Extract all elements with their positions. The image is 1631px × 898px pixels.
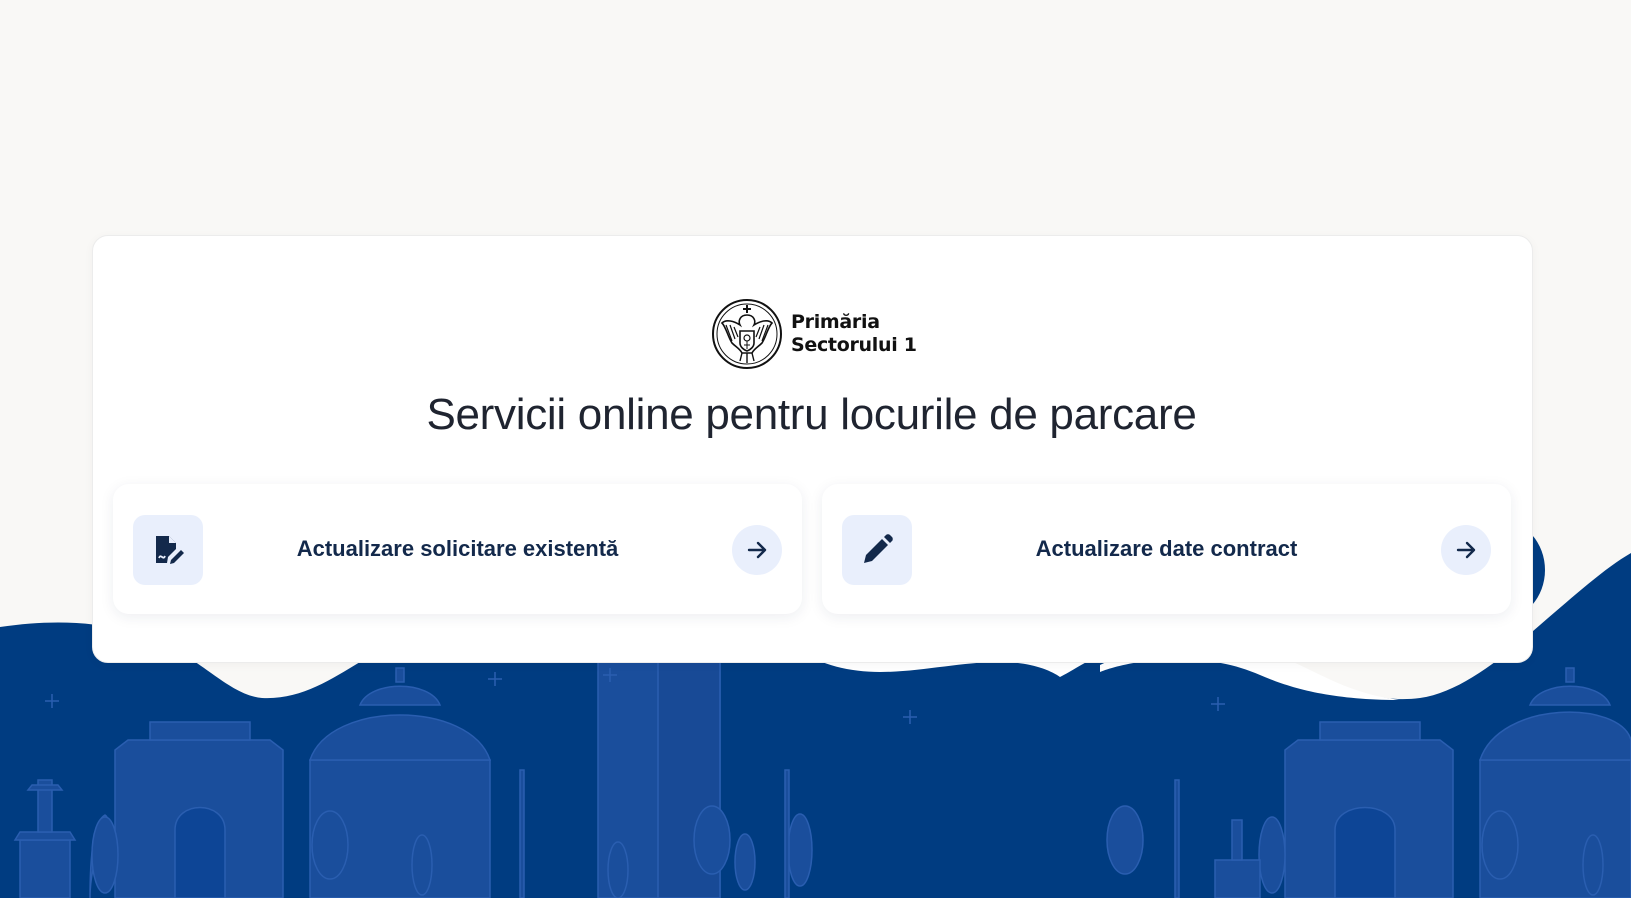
pencil-icon [864, 534, 893, 563]
arrow-right-icon [747, 541, 767, 559]
update-contract-data-button[interactable]: Actualizare date contract [822, 484, 1511, 614]
coat-of-arms-icon [712, 299, 782, 369]
logo-line-2: Sectorului 1 [791, 334, 917, 356]
arrow-button[interactable] [732, 525, 782, 575]
logo-line-1: Primăria [791, 311, 880, 333]
option-icon-tile [842, 515, 912, 585]
logo-text: Primăria Sectorului 1 [791, 311, 917, 357]
option-label: Actualizare solicitare existentă [296, 536, 619, 561]
arrow-right-icon [1456, 541, 1476, 559]
option-label: Actualizare date contract [1035, 536, 1298, 561]
update-existing-request-button[interactable]: Actualizare solicitare existentă [113, 484, 802, 614]
page-title: Servicii online pentru locurile de parca… [426, 390, 1197, 439]
arrow-button[interactable] [1441, 525, 1491, 575]
file-signature-icon [156, 536, 184, 564]
logo[interactable]: Primăria Sectorului 1 [710, 296, 920, 372]
option-icon-tile [133, 515, 203, 585]
